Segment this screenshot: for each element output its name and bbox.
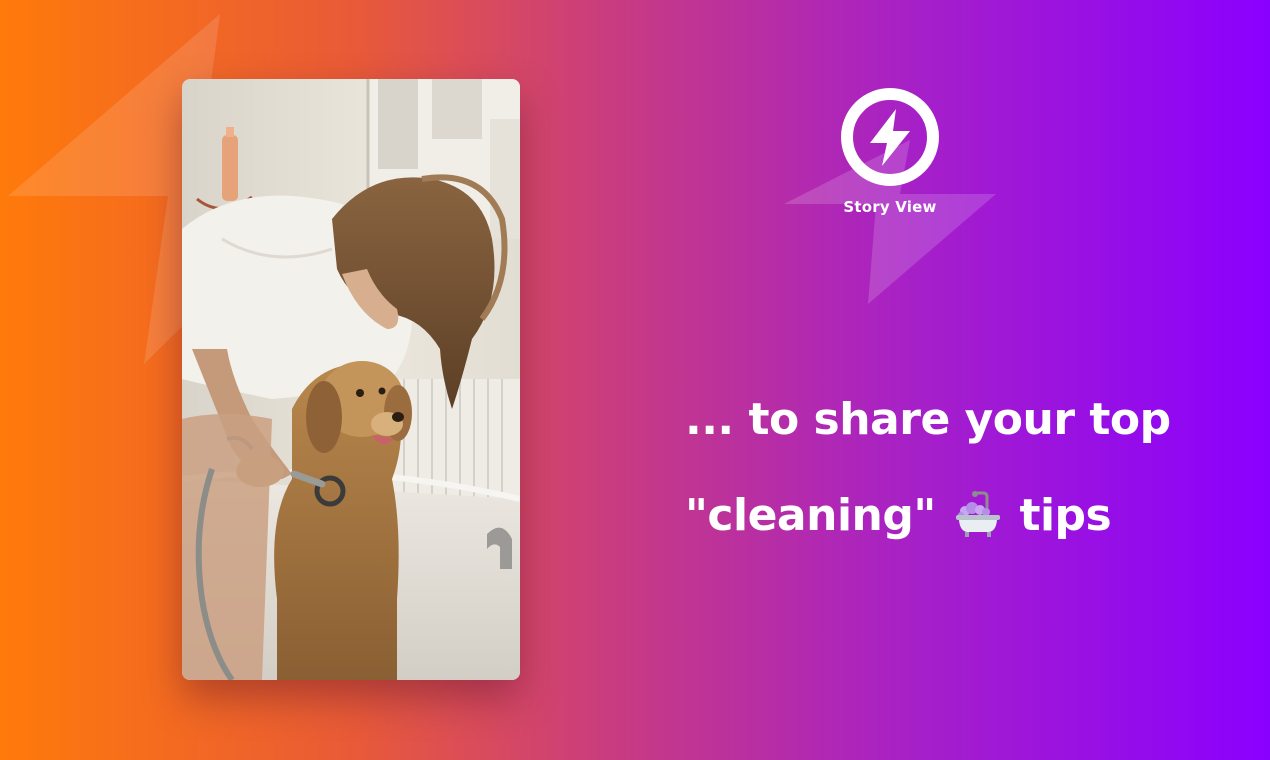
headline-line-1: ... to share your top xyxy=(685,394,1171,445)
brand-name: Story View xyxy=(843,198,937,216)
headline-line-2: "cleaning" tips xyxy=(685,468,1245,564)
story-photo xyxy=(182,79,520,680)
headline-last-word: tips xyxy=(1019,490,1112,541)
story-view-logo: Story View xyxy=(780,80,1000,310)
headline-quoted-word: "cleaning" xyxy=(685,490,936,541)
lightning-bolt-icon xyxy=(841,88,939,186)
bathtub-icon xyxy=(955,491,1000,537)
headline: ... to share your top "cleaning" tips xyxy=(685,372,1245,564)
story-card xyxy=(182,79,520,680)
